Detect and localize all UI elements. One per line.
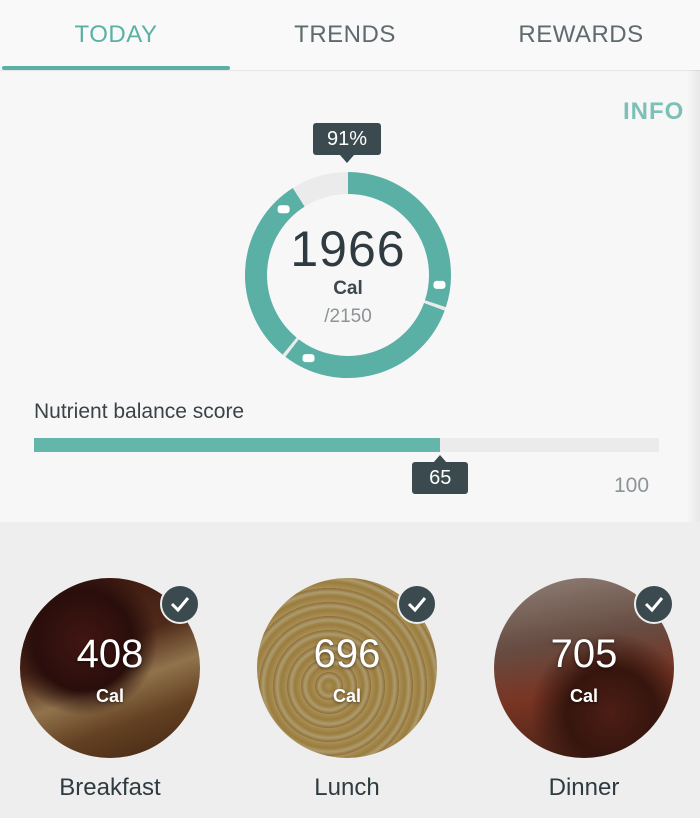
meal-name: Dinner [548, 774, 620, 801]
meal-calories: 408 [76, 632, 144, 676]
nutrient-score-fill [34, 438, 441, 452]
info-link[interactable]: INFO [623, 98, 684, 126]
meals-section: 408 Cal Breakfast 696 Cal Lunch 705 Cal … [0, 522, 700, 818]
nutrient-score-badge: 65 [412, 455, 469, 494]
meal-calories: 696 [313, 632, 381, 676]
active-tab-indicator [2, 66, 230, 70]
tab-today[interactable]: TODAY [2, 0, 230, 70]
nutrient-score-max: 100 [614, 474, 650, 497]
meal-card-breakfast[interactable]: 408 Cal Breakfast [20, 578, 200, 818]
meal-card-dinner[interactable]: 705 Cal Dinner [494, 578, 674, 818]
meal-calories-unit: Cal [569, 686, 598, 706]
check-icon [397, 584, 437, 624]
calories-consumed: 1966 [290, 221, 406, 277]
calorie-ring[interactable]: 1966 Cal /2150 [243, 170, 453, 380]
check-icon [634, 584, 674, 624]
tab-rewards[interactable]: REWARDS [470, 0, 692, 70]
meal-card-lunch[interactable]: 696 Cal Lunch [257, 578, 437, 818]
nutrient-balance-label: Nutrient balance score [34, 400, 245, 423]
meal-name: Lunch [314, 774, 380, 801]
meal-calories-unit: Cal [332, 686, 361, 706]
calories-goal: /2150 [324, 306, 372, 327]
meal-calories: 705 [550, 632, 618, 676]
nutrient-score-bar [34, 438, 659, 452]
meal-calories-unit: Cal [95, 686, 124, 706]
meal-name: Breakfast [59, 774, 161, 801]
ring-center: 1966 Cal /2150 [243, 170, 453, 380]
percent-badge: 91% [313, 123, 381, 163]
calories-unit: Cal [333, 278, 363, 299]
check-icon [160, 584, 200, 624]
tab-bar: TODAY TRENDS REWARDS [0, 0, 700, 71]
tab-trends[interactable]: TRENDS [240, 0, 450, 70]
